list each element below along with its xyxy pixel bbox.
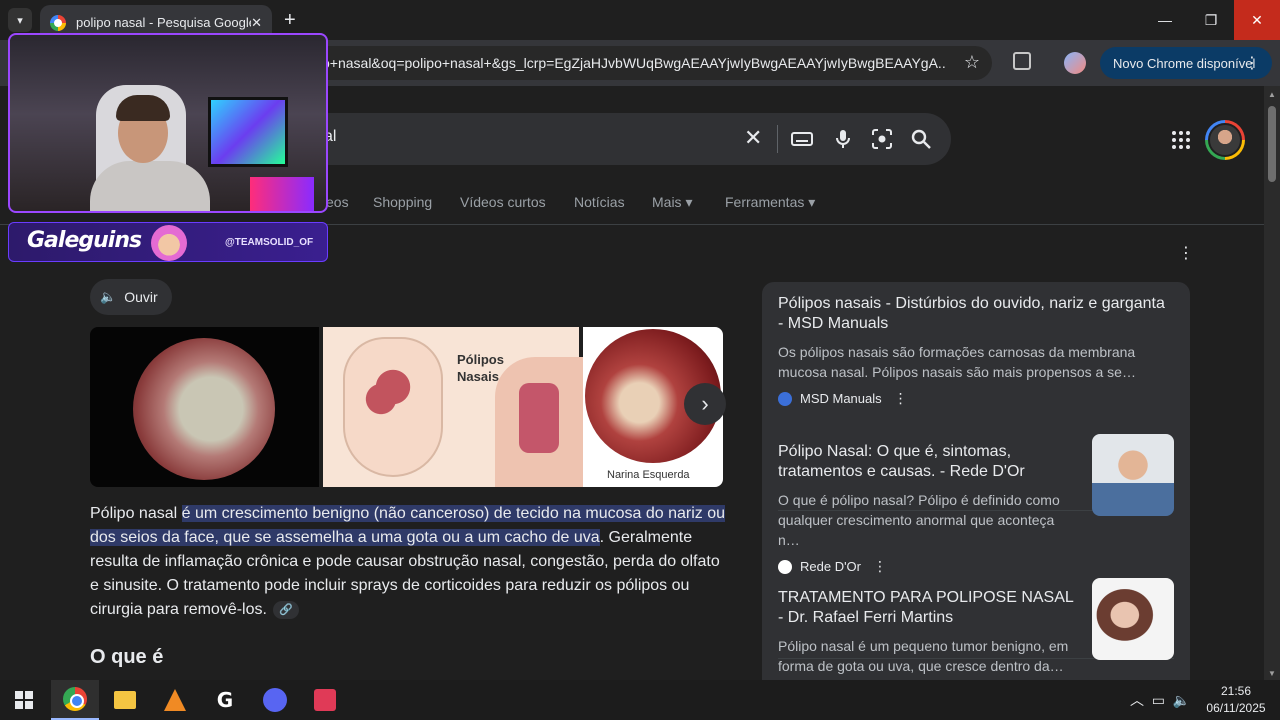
address-url[interactable]: o+nasal&oq=polipo+nasal+&gs_lcrp=EgZjaHJ… — [322, 55, 947, 71]
chrome-icon — [63, 687, 87, 711]
diagram-image[interactable]: Pólipos Nasais — [323, 327, 585, 487]
chrome-menu-icon[interactable]: ⋮ — [1244, 53, 1260, 73]
mascot-icon — [151, 225, 187, 261]
lens-icon[interactable] — [870, 127, 894, 151]
tab-tools[interactable]: Ferramentas ▾ — [725, 194, 815, 211]
citation-link-icon[interactable]: 🔗 — [272, 600, 299, 619]
search-box[interactable]: al ✕ — [300, 113, 951, 165]
diagram-label: Pólipos Nasais — [457, 352, 504, 384]
google-apps-icon[interactable] — [1172, 131, 1190, 149]
tab-close-icon[interactable]: ✕ — [251, 15, 262, 31]
taskbar-app-orange[interactable] — [151, 680, 199, 720]
clock-time: 21:56 — [1220, 684, 1252, 698]
new-tab-button[interactable]: + — [284, 9, 296, 32]
discord-icon — [263, 688, 287, 712]
carousel-next-button[interactable]: › — [684, 383, 726, 425]
streamer-banner: Galeguins @TEAMSOLID_OF — [8, 222, 328, 262]
tab-short-videos[interactable]: Vídeos curtos — [460, 194, 546, 210]
speaker-icon: 🔈 — [100, 289, 117, 304]
profile-avatar[interactable] — [1064, 52, 1086, 74]
restore-button[interactable]: ❐ — [1188, 0, 1234, 40]
listen-label: Ouvir — [124, 289, 158, 305]
doctor-thumbnail[interactable] — [1092, 434, 1174, 516]
account-avatar[interactable] — [1205, 120, 1245, 160]
taskbar-chrome[interactable] — [51, 680, 99, 720]
taskbar-discord[interactable] — [251, 680, 299, 720]
folder-icon — [114, 691, 136, 709]
tab-news[interactable]: Notícias — [574, 194, 625, 210]
tab-search-button[interactable]: ▾ — [8, 8, 32, 32]
system-tray[interactable]: ︿ ▭ 🔈 — [1130, 690, 1190, 710]
endoscopy-image[interactable] — [90, 327, 319, 487]
tab-shopping[interactable]: Shopping — [373, 194, 432, 210]
orange-app-icon — [164, 689, 186, 711]
source-site: Rede D'Or ⋮ — [778, 558, 1174, 575]
g-app-icon: G — [216, 688, 234, 712]
source-menu-icon[interactable]: ⋮ — [873, 558, 887, 575]
taskbar-app-g[interactable]: G — [201, 680, 249, 720]
streamer-logo: Galeguins — [27, 228, 142, 253]
source-site-name: MSD Manuals — [800, 391, 882, 406]
tab-more[interactable]: Mais ▾ — [652, 194, 692, 211]
address-bar[interactable]: o+nasal&oq=polipo+nasal+&gs_lcrp=EgZjaHJ… — [300, 46, 992, 80]
answer-lead: Pólipo nasal — [90, 505, 182, 522]
close-window-button[interactable]: ✕ — [1234, 0, 1280, 40]
start-button[interactable] — [0, 680, 48, 720]
source-description: Pólipo nasal é um pequeno tumor benigno,… — [778, 638, 1069, 674]
source-card[interactable]: Pólipos nasais - Distúrbios do ouvido, n… — [778, 294, 1174, 407]
webcam-overlay — [8, 33, 328, 213]
taskbar-file-explorer[interactable] — [101, 680, 149, 720]
keyboard-icon[interactable] — [790, 127, 814, 151]
listen-button[interactable]: 🔈 Ouvir — [90, 279, 172, 315]
taskbar-app-red[interactable] — [301, 680, 349, 720]
extensions-icon[interactable] — [1013, 52, 1031, 70]
ai-overview-menu-icon[interactable]: ⋮ — [1178, 243, 1194, 263]
nostril-caption: Narina Esquerda — [607, 469, 690, 481]
windows-icon — [15, 691, 33, 709]
update-chrome-button[interactable]: Novo Chrome disponível ⋮ — [1100, 47, 1272, 79]
scrollbar-thumb[interactable] — [1268, 106, 1276, 182]
google-favicon-icon — [50, 14, 66, 31]
update-label: Novo Chrome disponível — [1113, 55, 1256, 71]
tab-title: polipo nasal - Pesquisa Google — [76, 15, 252, 30]
source-title[interactable]: Pólipo Nasal: O que é, sintomas, tratame… — [778, 442, 1078, 482]
clear-search-icon[interactable]: ✕ — [744, 125, 762, 151]
tab-videos[interactable]: eos — [326, 194, 349, 210]
minimize-button[interactable]: — — [1142, 0, 1188, 40]
msd-favicon-icon — [778, 391, 792, 406]
taskbar-clock[interactable]: 21:56 06/11/2025 — [1200, 683, 1272, 717]
source-site: MSD Manuals ⋮ — [778, 390, 1174, 407]
streamer-handle: @TEAMSOLID_OF — [225, 237, 314, 248]
source-title[interactable]: Pólipos nasais - Distúrbios do ouvido, n… — [778, 294, 1174, 334]
source-description: Os pólipos nasais são formações carnosas… — [778, 344, 1136, 380]
image-carousel: Pólipos Nasais Narina Esquerda — [90, 327, 723, 487]
page-scrollbar[interactable]: ▲ ▼ — [1264, 86, 1280, 680]
sources-panel: Pólipos nasais - Distúrbios do ouvido, n… — [762, 282, 1190, 680]
section-heading: O que é — [90, 646, 164, 668]
patient-thumbnail[interactable] — [1092, 578, 1174, 660]
scroll-up-icon[interactable]: ▲ — [1268, 90, 1276, 99]
search-divider — [777, 125, 778, 153]
windows-taskbar: G — [0, 680, 1280, 720]
source-title[interactable]: TRATAMENTO PARA POLIPOSE NASAL - Dr. Raf… — [778, 588, 1078, 628]
source-site-name: Rede D'Or — [800, 559, 862, 574]
ai-answer-text: Pólipo nasal é um crescimento benigno (n… — [90, 502, 730, 622]
search-icon[interactable] — [909, 127, 933, 151]
scroll-down-icon[interactable]: ▼ — [1268, 669, 1276, 678]
clock-date: 06/11/2025 — [1206, 701, 1266, 715]
source-description: O que é pólipo nasal? Pólipo é definido … — [778, 492, 1060, 548]
rede-dor-favicon-icon — [778, 559, 792, 574]
bookmark-star-icon[interactable]: ☆ — [964, 52, 980, 73]
source-menu-icon[interactable]: ⋮ — [894, 390, 908, 407]
microphone-icon[interactable] — [831, 127, 855, 151]
red-app-icon — [314, 689, 336, 711]
